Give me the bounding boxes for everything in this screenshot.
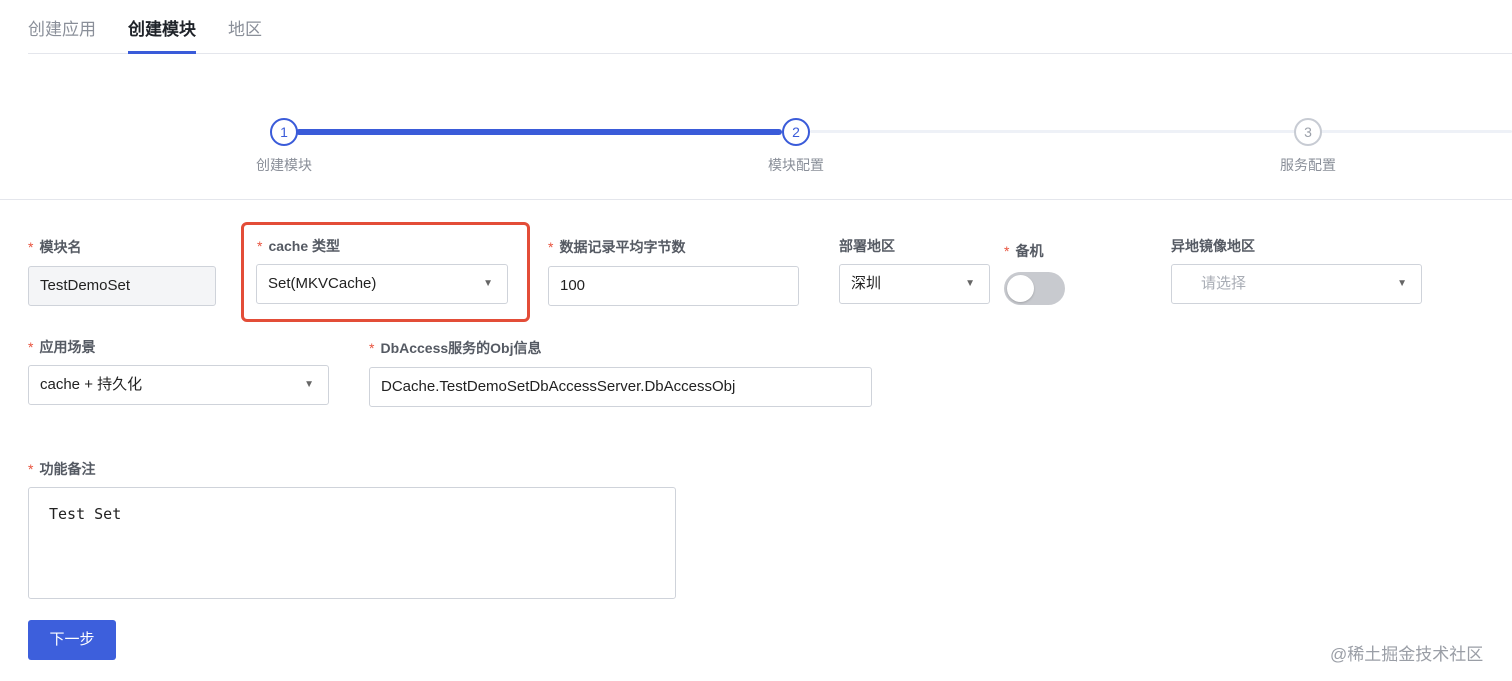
remark-label: * 功能备注 <box>28 459 95 479</box>
next-button[interactable]: 下一步 <box>28 620 116 660</box>
remark-label-text: 功能备注 <box>39 461 96 477</box>
step-progress-pending <box>810 130 1512 133</box>
top-tabs: 创建应用 创建模块 地区 <box>28 0 1512 54</box>
cache-type-label-text: cache 类型 <box>268 238 341 254</box>
cache-type-value: Set(MKVCache) <box>268 275 377 292</box>
remark-textarea[interactable]: Test Set <box>28 487 676 599</box>
cache-type-select[interactable]: Set(MKVCache) ▼ <box>256 264 508 304</box>
required-mark: * <box>28 461 34 477</box>
deploy-region-label: 部署地区 <box>839 238 895 254</box>
watermark: @稀土掘金技术社区 <box>1330 645 1484 664</box>
avg-bytes-label-text: 数据记录平均字节数 <box>559 239 686 255</box>
tab-create-module[interactable]: 创建模块 <box>128 15 196 54</box>
step-3-circle: 3 <box>1294 118 1322 146</box>
tab-create-app[interactable]: 创建应用 <box>28 15 96 54</box>
required-mark: * <box>548 239 554 255</box>
step-3-label: 服务配置 <box>1280 157 1336 173</box>
dbaccess-obj-input[interactable]: DCache.TestDemoSetDbAccessServer.DbAcces… <box>369 367 872 407</box>
cache-type-label: * cache 类型 <box>257 236 340 256</box>
caret-down-icon: ▼ <box>1397 278 1407 289</box>
mirror-region-placeholder: 请选择 <box>1201 275 1247 292</box>
standby-label: * 备机 <box>1004 241 1043 261</box>
caret-down-icon: ▼ <box>965 278 975 289</box>
standby-label-text: 备机 <box>1015 243 1044 259</box>
scenario-select[interactable]: cache + 持久化 ▼ <box>28 365 329 405</box>
module-name-input[interactable]: TestDemoSet <box>28 266 216 306</box>
required-mark: * <box>28 339 34 355</box>
step-2-label: 模块配置 <box>768 157 824 173</box>
avg-bytes-input[interactable]: 100 <box>548 266 799 306</box>
dbaccess-label: * DbAccess服务的Obj信息 <box>369 338 542 358</box>
scenario-label: * 应用场景 <box>28 337 95 357</box>
required-mark: * <box>369 340 375 356</box>
tab-region[interactable]: 地区 <box>228 15 262 54</box>
required-mark: * <box>257 238 263 254</box>
module-name-label-text: 模块名 <box>39 239 82 255</box>
caret-down-icon: ▼ <box>304 379 314 390</box>
dbaccess-label-text: DbAccess服务的Obj信息 <box>380 340 542 356</box>
step-progress-done <box>296 129 782 135</box>
scenario-label-text: 应用场景 <box>39 339 96 355</box>
toggle-knob <box>1007 275 1034 302</box>
required-mark: * <box>28 239 34 255</box>
avg-bytes-label: * 数据记录平均字节数 <box>548 237 685 257</box>
module-name-label: * 模块名 <box>28 237 81 257</box>
step-1-label: 创建模块 <box>256 157 312 173</box>
scenario-value: cache + 持久化 <box>40 376 143 393</box>
stepper: 1 2 3 创建模块 模块配置 服务配置 <box>0 100 1512 200</box>
step-2-circle: 2 <box>782 118 810 146</box>
mirror-region-select[interactable]: 请选择 ▼ <box>1171 264 1422 304</box>
caret-down-icon: ▼ <box>483 278 493 289</box>
standby-toggle[interactable] <box>1004 272 1065 305</box>
deploy-region-value: 深圳 <box>851 275 882 292</box>
mirror-region-label: 异地镜像地区 <box>1171 238 1255 254</box>
required-mark: * <box>1004 243 1010 259</box>
step-1-circle: 1 <box>270 118 298 146</box>
deploy-region-select[interactable]: 深圳 ▼ <box>839 264 990 304</box>
